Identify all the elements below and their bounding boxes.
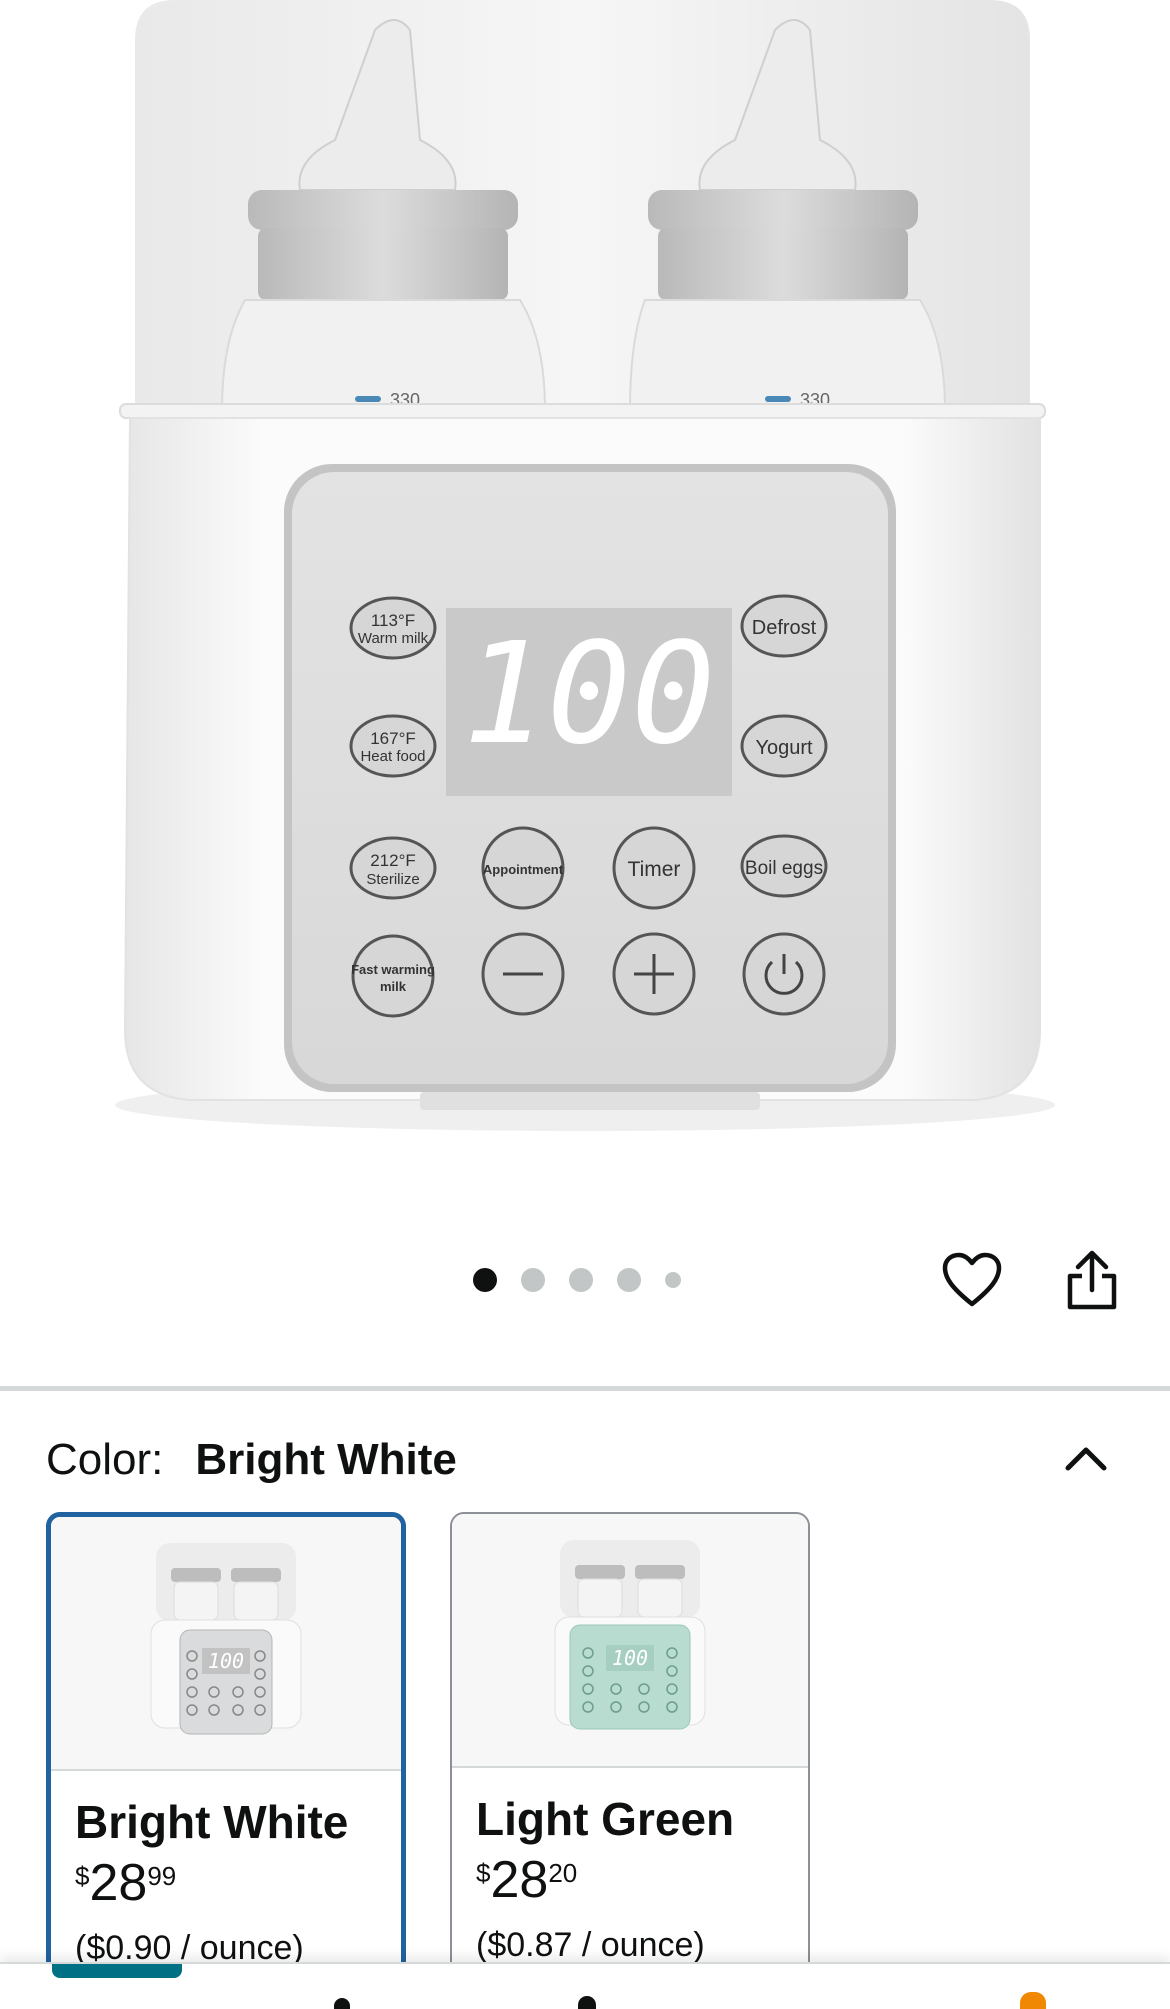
color-thumbnail-bright-white: 100	[51, 1517, 401, 1771]
carousel-dot-4[interactable]	[617, 1268, 641, 1292]
carousel-dot-5[interactable]	[665, 1272, 681, 1288]
share-button[interactable]	[1060, 1248, 1124, 1312]
collapse-color-button[interactable]	[1058, 1434, 1114, 1482]
svg-text:Timer: Timer	[628, 858, 681, 881]
svg-text:Warm milk: Warm milk	[358, 630, 429, 647]
color-option-light-green[interactable]: 100 Light Green $ 28 20 ($0.87 / ounce)	[450, 1512, 810, 2009]
color-option-unit-price: ($0.87 / ounce)	[476, 1926, 705, 1964]
svg-text:Fast warming: Fast warming	[351, 962, 435, 977]
svg-text:167°F: 167°F	[370, 729, 416, 748]
svg-text:113°F: 113°F	[371, 611, 415, 630]
color-thumbnail-light-green: 100	[452, 1514, 808, 1768]
product-thumbnail: 100	[150, 1543, 302, 1735]
section-divider	[0, 1386, 1170, 1391]
chevron-up-icon	[1065, 1447, 1107, 1471]
carousel-dot-1[interactable]	[473, 1268, 497, 1292]
svg-text:Sterilize: Sterilize	[366, 871, 419, 888]
svg-text:Appointment: Appointment	[483, 862, 564, 877]
color-option-bright-white[interactable]: 100 Bright White $ 28 99 ($0.90 / ounce)	[46, 1512, 406, 2009]
svg-text:Yogurt: Yogurt	[755, 737, 813, 759]
color-option-price: $ 28 20	[476, 1851, 578, 1909]
wishlist-button[interactable]	[940, 1248, 1004, 1312]
color-option-name: Bright White	[75, 1796, 349, 1848]
heart-outline-icon	[942, 1252, 1002, 1307]
product-thumbnail: 100	[554, 1540, 706, 1730]
svg-text:Boil eggs: Boil eggs	[745, 858, 823, 879]
share-icon	[1067, 1250, 1117, 1310]
svg-text:milk: milk	[380, 979, 407, 994]
svg-text:Defrost: Defrost	[752, 617, 817, 639]
display-readout: 100	[463, 613, 716, 776]
svg-text:212°F: 212°F	[370, 851, 416, 870]
bottom-navigation-bar[interactable]	[0, 1962, 1170, 2009]
bottle-warmer-illustration: 330 330 100 113°F Warm milk 167°F Heat f…	[115, 0, 1055, 1131]
carousel-dot-3[interactable]	[569, 1268, 593, 1292]
cart-icon[interactable]	[1020, 1992, 1046, 2009]
menu-icon[interactable]	[578, 1996, 596, 2009]
active-tab-indicator	[52, 1964, 182, 1978]
profile-icon[interactable]	[334, 1998, 350, 2009]
color-option-name: Light Green	[476, 1793, 735, 1845]
color-selector-header[interactable]: Color: Bright White	[46, 1432, 1126, 1488]
svg-text:Heat food: Heat food	[360, 748, 425, 765]
svg-text:100: 100	[208, 1649, 244, 1673]
svg-text:100: 100	[612, 1646, 648, 1670]
color-label: Color:	[46, 1435, 164, 1484]
selected-color-value: Bright White	[195, 1435, 457, 1484]
carousel-dot-2[interactable]	[521, 1268, 545, 1292]
image-carousel-dots[interactable]	[473, 1266, 705, 1294]
color-option-price: $ 28 99	[75, 1854, 177, 1912]
product-image[interactable]: 330 330 100 113°F Warm milk 167°F Heat f…	[0, 0, 1170, 1180]
